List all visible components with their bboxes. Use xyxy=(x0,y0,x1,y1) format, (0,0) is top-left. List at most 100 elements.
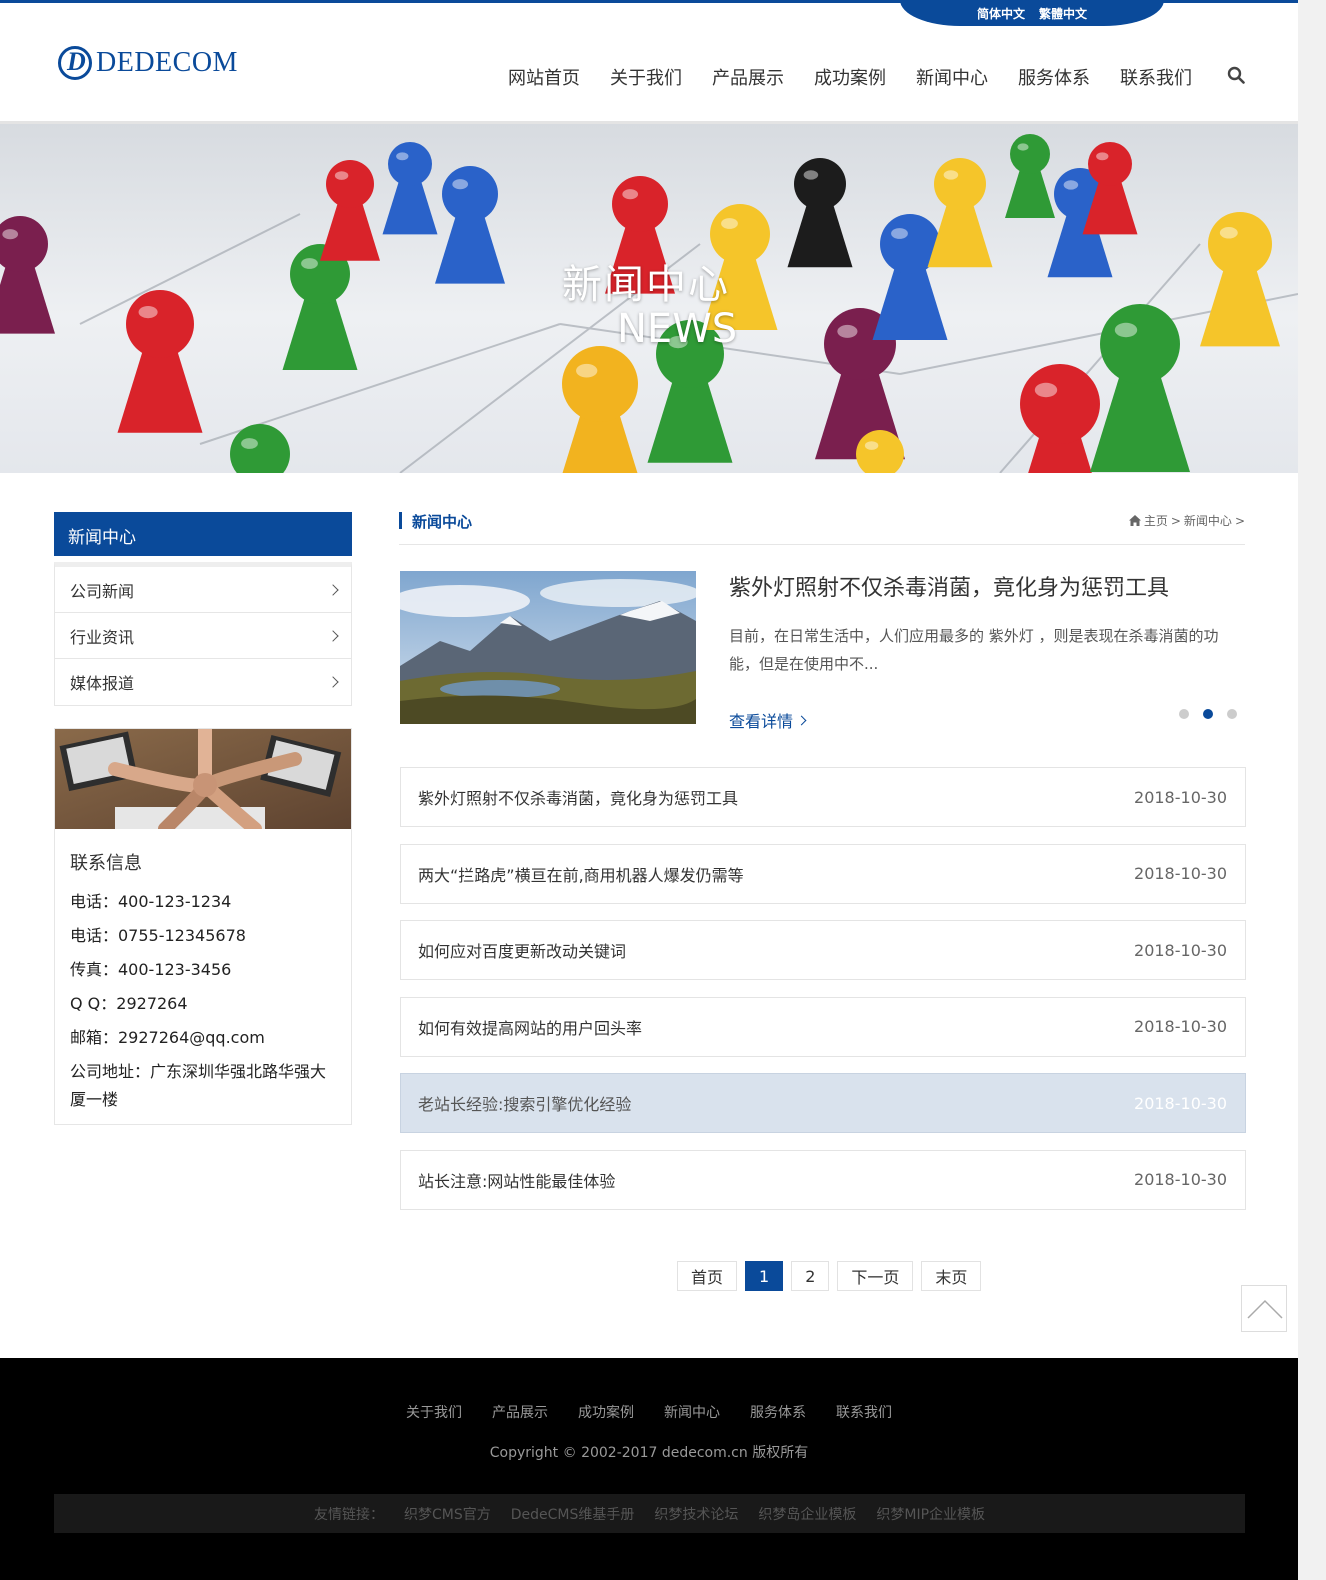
main-nav: 网站首页 关于我们 产品展示 成功案例 新闻中心 服务体系 联系我们 xyxy=(508,64,1222,90)
pagination: 首页 1 2 下一页 末页 xyxy=(677,1261,982,1291)
friend-link[interactable]: 织梦技术论坛 xyxy=(654,1504,738,1524)
banner-title: 新闻中心 xyxy=(562,262,730,308)
section-header: 新闻中心 主页 > 新闻中心 > xyxy=(399,512,1245,545)
news-title: 如何有效提高网站的用户回头率 xyxy=(418,1018,643,1038)
slider-dot-2[interactable] xyxy=(1203,709,1213,719)
footer-link-service[interactable]: 服务体系 xyxy=(750,1402,806,1422)
breadcrumb: 主页 > 新闻中心 > xyxy=(1128,512,1245,529)
nav-contact[interactable]: 联系我们 xyxy=(1120,64,1192,90)
nav-service[interactable]: 服务体系 xyxy=(1018,64,1090,90)
news-title: 站长注意:网站性能最佳体验 xyxy=(418,1171,616,1191)
back-to-top-button[interactable] xyxy=(1241,1285,1287,1332)
language-switcher: 简体中文 繁體中文 xyxy=(900,0,1164,26)
friend-links: 友情链接： 织梦CMS官方 DedeCMS维基手册 织梦技术论坛 织梦岛企业模板… xyxy=(54,1494,1245,1533)
news-title: 紫外灯照射不仅杀毒消菌，竟化身为惩罚工具 xyxy=(418,789,739,808)
lang-traditional[interactable]: 繁體中文 xyxy=(1039,5,1087,22)
nav-news[interactable]: 新闻中心 xyxy=(916,64,988,90)
sidebar-item-industry-news[interactable]: 行业资讯 xyxy=(55,613,351,659)
news-title: 两大“拦路虎”横亘在前,商用机器人爆发仍需等 xyxy=(418,865,744,885)
chevron-right-icon xyxy=(327,676,339,688)
footer-link-about[interactable]: 关于我们 xyxy=(406,1402,462,1422)
site-logo[interactable]: DEDECOM xyxy=(58,46,238,80)
chevron-right-icon xyxy=(796,715,807,725)
section-accent-bar xyxy=(399,512,402,529)
featured-mountain-image[interactable] xyxy=(400,571,696,724)
friend-link[interactable]: DedeCMS维基手册 xyxy=(511,1504,635,1524)
breadcrumb-home[interactable]: 主页 xyxy=(1144,512,1168,529)
news-title: 老站长经验:搜索引擎优化经验 xyxy=(418,1095,632,1114)
featured-description: 目前，在日常生活中，人们应用最多的 紫外灯 ，则是表现在杀毒消菌的功能，但是在使… xyxy=(729,627,1219,673)
logo-text: DEDECOM xyxy=(96,47,238,78)
contact-title: 联系信息 xyxy=(70,853,142,874)
news-row[interactable]: 站长注意:网站性能最佳体验 2018-10-30 xyxy=(400,1149,1246,1210)
slider-dot-1[interactable] xyxy=(1179,709,1189,719)
scrollbar-track[interactable] xyxy=(1298,0,1326,1580)
featured-more-link[interactable]: 查看详情 xyxy=(729,708,807,732)
news-date: 2018-10-30 xyxy=(1134,1170,1227,1189)
logo-d-icon xyxy=(58,46,92,80)
friend-link[interactable]: 织梦MIP企业模板 xyxy=(876,1504,985,1524)
banner-subtitle: NEWS xyxy=(617,306,738,352)
news-date: 2018-10-30 xyxy=(1134,940,1227,960)
chevron-right-icon xyxy=(327,583,339,596)
featured-title[interactable]: 紫外灯照射不仅杀毒消菌，竟化身为惩罚工具 xyxy=(729,570,1169,602)
page-next[interactable]: 下一页 xyxy=(837,1261,914,1291)
footer: 关于我们 产品展示 成功案例 新闻中心 服务体系 联系我们 Copyright … xyxy=(0,1358,1298,1580)
slider-dots xyxy=(1179,709,1237,719)
news-row-hovered[interactable]: 老站长经验:搜索引擎优化经验 2018-10-30 xyxy=(400,1073,1246,1133)
footer-link-cases[interactable]: 成功案例 xyxy=(578,1402,634,1422)
nav-about[interactable]: 关于我们 xyxy=(610,64,682,90)
footer-link-news[interactable]: 新闻中心 xyxy=(664,1402,720,1422)
search-icon[interactable] xyxy=(1227,66,1245,84)
sidebar-heading: 新闻中心 xyxy=(54,512,352,556)
copyright: Copyright © 2002-2017 dedecom.cn 版权所有 xyxy=(489,1445,809,1461)
footer-link-contact[interactable]: 联系我们 xyxy=(836,1402,892,1422)
contact-address: 公司地址：广东深圳华强北路华强大厦一楼 xyxy=(70,1062,327,1109)
contact-fax: 传真：400-123-3456 xyxy=(70,960,232,979)
contact-qq: Q Q：2927264 xyxy=(70,994,188,1013)
news-date: 2018-10-30 xyxy=(1134,1017,1227,1036)
footer-nav: 关于我们 产品展示 成功案例 新闻中心 服务体系 联系我们 xyxy=(0,1402,1298,1422)
nav-home[interactable]: 网站首页 xyxy=(508,64,580,90)
sidebar-item-media[interactable]: 媒体报道 xyxy=(55,659,351,705)
home-icon xyxy=(1128,515,1141,526)
chevron-right-icon xyxy=(327,629,339,642)
lang-simplified[interactable]: 简体中文 xyxy=(977,5,1025,22)
nav-cases[interactable]: 成功案例 xyxy=(814,64,886,90)
page-last[interactable]: 末页 xyxy=(921,1261,982,1291)
news-row[interactable]: 两大“拦路虎”横亘在前,商用机器人爆发仍需等 2018-10-30 xyxy=(400,843,1246,904)
friend-links-label: 友情链接： xyxy=(313,1506,384,1523)
friend-link[interactable]: 织梦CMS官方 xyxy=(404,1504,491,1524)
friend-link[interactable]: 织梦岛企业模板 xyxy=(758,1504,856,1524)
sidebar-menu: 公司新闻 行业资讯 媒体报道 xyxy=(54,562,352,706)
page-first[interactable]: 首页 xyxy=(677,1261,738,1291)
news-list: 紫外灯照射不仅杀毒消菌，竟化身为惩罚工具 2018-10-30 两大“拦路虎”横… xyxy=(400,767,1246,1226)
sidebar-item-label: 行业资讯 xyxy=(70,627,135,647)
sidebar-item-label: 公司新闻 xyxy=(70,581,135,601)
contact-lines: 电话：400-123-1234 电话：0755-12345678 传真：400-… xyxy=(70,885,338,1114)
slider-dot-3[interactable] xyxy=(1227,709,1237,719)
page-banner: 新闻中心 NEWS xyxy=(0,124,1298,473)
breadcrumb-sep: > xyxy=(1170,513,1181,528)
nav-products[interactable]: 产品展示 xyxy=(712,64,784,90)
sidebar-item-company-news[interactable]: 公司新闻 xyxy=(55,567,351,613)
contact-email: 邮箱：2927264@qq.com xyxy=(70,1028,265,1047)
news-row[interactable]: 如何应对百度更新改动关键词 2018-10-30 xyxy=(400,920,1246,980)
contact-card: 联系信息 电话：400-123-1234 电话：0755-12345678 传真… xyxy=(54,728,352,1125)
news-date: 2018-10-30 xyxy=(1134,787,1227,807)
news-date: 2018-10-30 xyxy=(1134,1093,1227,1113)
page-2[interactable]: 2 xyxy=(791,1261,830,1291)
contact-phone: 电话：400-123-1234 xyxy=(70,892,232,911)
news-title: 如何应对百度更新改动关键词 xyxy=(418,942,627,961)
more-label: 查看详情 xyxy=(729,712,794,731)
breadcrumb-news[interactable]: 新闻中心 xyxy=(1184,512,1232,529)
news-date: 2018-10-30 xyxy=(1134,864,1227,883)
news-row[interactable]: 紫外灯照射不仅杀毒消菌，竟化身为惩罚工具 2018-10-30 xyxy=(400,767,1246,827)
contact-phone-2: 电话：0755-12345678 xyxy=(70,926,246,945)
section-title: 新闻中心 xyxy=(412,513,473,531)
footer-link-products[interactable]: 产品展示 xyxy=(492,1402,548,1422)
news-row[interactable]: 如何有效提高网站的用户回头率 2018-10-30 xyxy=(400,996,1246,1057)
breadcrumb-sep: > xyxy=(1234,513,1245,528)
chevron-up-icon xyxy=(1247,1299,1283,1319)
page-1[interactable]: 1 xyxy=(745,1261,784,1291)
